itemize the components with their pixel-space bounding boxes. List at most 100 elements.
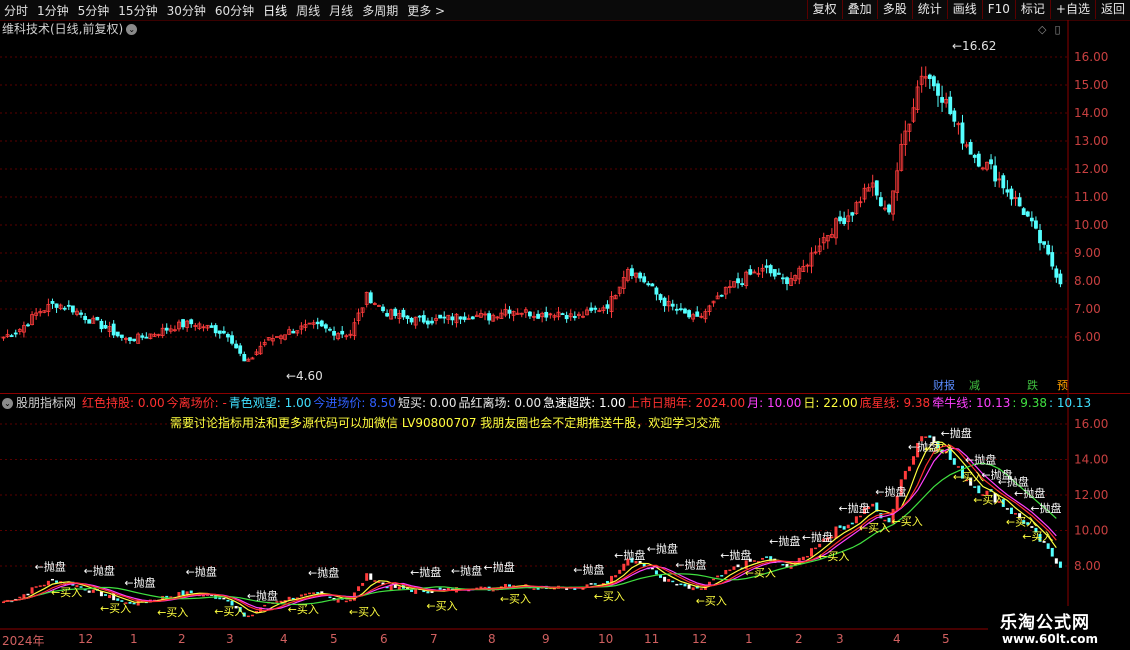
candle-body: [536, 313, 540, 319]
indicator-bar: [336, 599, 340, 603]
candle-body: [442, 316, 447, 319]
indicator-bar: [871, 503, 875, 507]
indicator-bar: [907, 466, 911, 472]
event-badge[interactable]: 减: [968, 377, 981, 393]
date-tick: 3: [226, 632, 234, 646]
indicator-bar: [116, 598, 120, 601]
candle-body: [66, 304, 71, 307]
logo-title: 乐淘公式网: [1000, 613, 1090, 633]
candle-body: [776, 272, 781, 275]
indicator-bar: [38, 585, 42, 587]
indicator-bar: [854, 516, 858, 524]
event-badges: 财报减 跌 预: [0, 377, 1130, 393]
candle-body: [638, 272, 642, 279]
indicator-bar: [218, 597, 222, 600]
candle-body: [1005, 189, 1010, 193]
indicator-bar: [108, 594, 112, 599]
candle-body: [719, 294, 724, 297]
candle-body: [1042, 241, 1046, 245]
indicator-bar: [50, 578, 54, 581]
indicator-bar: [683, 583, 687, 587]
indicator-bar: [438, 587, 442, 590]
candle-body: [687, 310, 691, 318]
indicator-bar: [55, 580, 59, 583]
event-badge[interactable]: 跌: [1026, 377, 1039, 393]
indicator-bar: [973, 486, 977, 488]
candle-body: [1021, 208, 1026, 215]
candle-body: [401, 309, 406, 318]
buy-label: ←买入: [924, 442, 955, 455]
indicator-bar: [246, 615, 250, 618]
candle-body: [842, 217, 847, 224]
indicator-bar: [858, 515, 862, 518]
indicator-field: 月: 10.00: [747, 396, 802, 410]
indicator-bar: [87, 590, 91, 593]
indicator-bar: [99, 591, 103, 597]
indicator-bar: [104, 594, 108, 596]
y-tick-label: 14.00: [1074, 106, 1108, 120]
y-tick-label: 16.00: [1074, 417, 1108, 431]
indicator-bar: [679, 583, 683, 586]
candle-body: [226, 333, 230, 338]
candle-body: [740, 283, 745, 285]
buy-label: ←买入: [500, 592, 531, 605]
indicator-bar: [34, 586, 38, 588]
date-tick: 3: [836, 632, 844, 646]
candle-body: [1058, 273, 1063, 285]
sell-label: ←抛盘: [410, 565, 441, 579]
indicator-bar: [316, 592, 320, 594]
candle-body: [528, 311, 532, 317]
candle-body: [54, 303, 59, 308]
candle-body: [1050, 252, 1055, 267]
indicator-name: 股朋指标网: [16, 396, 77, 410]
date-tick: 7: [430, 632, 438, 646]
indicator-bar: [732, 566, 736, 570]
candle-body: [972, 154, 977, 158]
y-tick-label: 10.00: [1074, 524, 1108, 538]
candle-body: [319, 320, 324, 327]
candle-body: [405, 315, 410, 319]
candle-body: [968, 142, 973, 155]
candle-body: [764, 265, 769, 268]
event-badge[interactable]: 预: [1056, 377, 1069, 393]
indicator-bar: [752, 560, 756, 562]
indicator-bar: [654, 570, 658, 575]
sell-label: ←抛盘: [839, 501, 870, 515]
indicator-bar: [589, 583, 593, 585]
indicator-bar: [712, 578, 716, 581]
indicator-bar: [91, 589, 95, 593]
buy-label: ←买入: [953, 471, 984, 484]
candle-body: [425, 320, 430, 325]
event-badge[interactable]: 财报: [932, 377, 956, 393]
indicator-bar: [373, 580, 377, 582]
candle-body: [87, 319, 92, 324]
panel-separator[interactable]: [0, 393, 1130, 394]
indicator-bar: [814, 547, 818, 550]
y-tick-label: 13.00: [1074, 134, 1108, 148]
indicator-bar: [263, 604, 267, 607]
kline-chart[interactable]: 16.0015.0014.0013.0012.0011.0010.009.008…: [0, 0, 1130, 650]
indicator-bar: [1054, 558, 1058, 564]
indicator-bar: [1005, 508, 1009, 510]
y-tick-label: 14.00: [1074, 453, 1108, 467]
candle-body: [409, 317, 414, 323]
candle-body: [940, 97, 944, 103]
date-tick: 5: [330, 632, 338, 646]
indicator-bar: [299, 594, 303, 597]
indicator-bar: [30, 587, 34, 594]
candle-body: [234, 343, 239, 349]
candle-body: [1009, 188, 1014, 200]
chevron-down-icon[interactable]: ⌄: [2, 398, 13, 409]
candle-body: [850, 212, 855, 216]
indicator-field: 急速超跌: 1.00: [543, 396, 626, 410]
candle-body: [209, 325, 214, 328]
candle-body: [438, 314, 443, 319]
indicator-bar: [414, 588, 418, 594]
indicator-bar: [357, 586, 361, 591]
candle-body: [393, 308, 398, 316]
logo-url: www.60lt.com: [1002, 632, 1099, 646]
candle-body: [874, 180, 879, 196]
sell-label: ←抛盘: [614, 548, 645, 562]
indicator-field: 短买: 0.00: [397, 396, 457, 410]
buy-label: ←买入: [426, 599, 457, 612]
